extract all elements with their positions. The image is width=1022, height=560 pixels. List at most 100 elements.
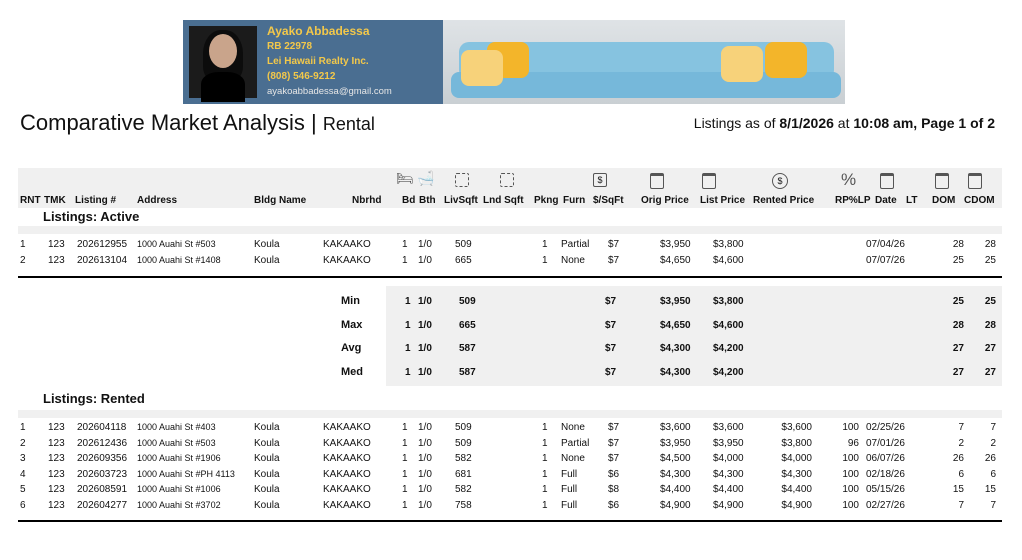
col-dom: DOM [932, 195, 956, 206]
stats-cell-orig: $4,650 [660, 319, 691, 331]
cell-bth: 1/0 [418, 484, 432, 496]
cell-nbrhd: KAKAAKO [323, 437, 371, 449]
divider [18, 276, 1002, 278]
cell-n: 2 [20, 437, 26, 449]
cell-rplp: 100 [842, 484, 859, 496]
cell-dom: 28 [952, 239, 964, 250]
cell-list: $4,900 [713, 500, 744, 511]
divider [18, 520, 1002, 522]
col-pkng: Pkng [534, 195, 559, 206]
cell-furn: Partial [561, 437, 590, 449]
stats-label: Med [341, 365, 363, 378]
cell-orig: $4,500 [660, 453, 691, 465]
cell-tmk: 123 [48, 484, 65, 496]
cell-bldg: Koula [254, 239, 280, 250]
section-bar [18, 226, 1002, 234]
cell-dom: 7 [958, 500, 964, 511]
col-listing: Listing # [75, 195, 117, 206]
price-tag-icon [702, 173, 716, 189]
cell-psf: $7 [608, 453, 620, 465]
stats-cell-bd: 1 [405, 319, 411, 331]
cell-tmk: 123 [48, 453, 65, 465]
cell-listing: 202609356 [77, 453, 128, 465]
stats-cell-bd: 1 [405, 343, 411, 354]
cell-liv: 582 [455, 453, 472, 465]
cell-cdom: 6 [990, 468, 996, 480]
percent-icon: % [841, 170, 857, 189]
stats-cell-liv: 509 [459, 296, 476, 307]
cell-address: 1000 Auahi St #3702 [137, 500, 221, 510]
cell-tmk: 123 [48, 500, 65, 511]
stats-cell-cdom: 27 [984, 366, 996, 378]
cell-tmk: 123 [48, 468, 65, 480]
agent-phone: (808) 546-9212 [267, 71, 336, 82]
cell-furn: Full [561, 468, 578, 480]
stats-cell-dom: 27 [952, 343, 964, 354]
cell-rplp: 100 [842, 453, 859, 465]
cell-nbrhd: KAKAAKO [323, 422, 371, 433]
cell-nbrhd: KAKAAKO [323, 453, 371, 465]
stats-cell-liv: 587 [459, 343, 476, 354]
agent-info: Ayako Abbadessa RB 22978 Lei Hawaii Real… [267, 24, 392, 99]
cell-dom: 25 [952, 255, 964, 266]
sofa-image [443, 20, 845, 104]
cell-rented: $3,600 [781, 422, 812, 433]
stats-cell-list: $4,200 [713, 343, 744, 354]
stats-cell-orig: $4,300 [660, 343, 691, 354]
cell-n: 2 [20, 255, 26, 266]
stats-cell-bd: 1 [405, 296, 411, 307]
cell-bth: 1/0 [418, 453, 432, 465]
rented-heading: Listings: Rented [43, 391, 145, 406]
cell-cdom: 7 [990, 422, 996, 433]
cell-n: 5 [20, 484, 26, 496]
stats-cell-list: $4,600 [713, 319, 744, 331]
cell-address: 1000 Auahi St #503 [137, 437, 216, 448]
cell-orig: $4,650 [660, 255, 691, 266]
cell-date: 07/04/26 [866, 239, 905, 250]
cell-cdom: 2 [990, 437, 996, 449]
cell-list: $4,000 [713, 453, 744, 465]
cell-bldg: Koula [254, 484, 280, 496]
cell-date: 05/15/26 [866, 484, 905, 496]
area-icon [455, 173, 469, 187]
stats-label: Max [341, 318, 363, 331]
cell-nbrhd: KAKAAKO [323, 255, 371, 266]
cell-list: $3,950 [713, 437, 744, 449]
cell-bd: 1 [402, 468, 408, 480]
cell-date: 07/01/26 [866, 437, 905, 449]
cell-rented: $4,300 [781, 468, 812, 480]
cell-date: 02/25/26 [866, 422, 905, 433]
cell-dom: 6 [958, 468, 964, 480]
cell-nbrhd: KAKAAKO [323, 500, 371, 511]
cell-liv: 758 [455, 500, 472, 511]
cell-nbrhd: KAKAAKO [323, 484, 371, 496]
col-list: List Price [700, 195, 746, 206]
stats-cell-dom: 27 [952, 366, 964, 378]
bed-icon: 🛏 [396, 170, 414, 186]
cell-n: 1 [20, 422, 26, 433]
cell-psf: $6 [608, 500, 620, 511]
cell-liv: 509 [455, 239, 472, 250]
stats-cell-psf: $7 [605, 366, 617, 378]
col-lndsqft: Lnd Sqft [483, 195, 524, 206]
col-rnt: RNT [20, 195, 41, 206]
stats-cell-list: $3,800 [713, 296, 744, 307]
cell-dom: 2 [958, 437, 964, 449]
cell-psf: $6 [608, 468, 620, 480]
cell-pk: 1 [542, 468, 548, 480]
cell-psf: $7 [608, 437, 620, 449]
cell-address: 1000 Auahi St #503 [137, 239, 216, 249]
cell-n: 3 [20, 453, 26, 465]
dollar-box-icon: $ [593, 173, 607, 187]
cell-listing: 202604277 [77, 500, 128, 511]
stats-cell-dom: 25 [952, 296, 964, 307]
report-title: Comparative Market Analysis | Rental [20, 110, 375, 135]
col-address: Address [137, 195, 178, 206]
cell-pk: 1 [542, 484, 548, 496]
cell-date: 06/07/26 [866, 453, 905, 465]
col-rented: Rented Price [753, 195, 815, 206]
cell-rplp: 100 [842, 422, 859, 433]
cell-date: 02/18/26 [866, 468, 905, 480]
cell-bth: 1/0 [418, 239, 432, 250]
cell-pk: 1 [542, 422, 548, 433]
